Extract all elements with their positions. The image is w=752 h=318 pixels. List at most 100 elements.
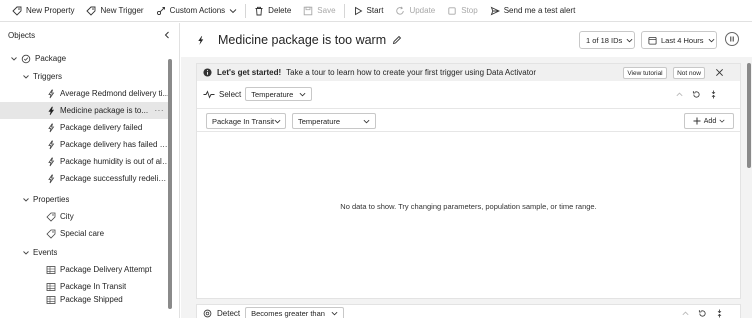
sidebar-item-event[interactable]: Package Shipped xyxy=(0,295,170,305)
info-icon xyxy=(203,68,212,77)
detect-step-row: Detect Becomes greater than xyxy=(196,304,741,318)
custom-actions-button[interactable]: Custom Actions xyxy=(150,2,244,20)
scrollbar-thumb[interactable] xyxy=(168,59,172,309)
pause-button[interactable] xyxy=(725,32,739,46)
sidebar-item-trigger[interactable]: Package delivery has failed 3 t... xyxy=(0,136,170,153)
main-content: Medicine package is too warm 1 of 18 IDs… xyxy=(181,23,752,318)
chevron-down-icon xyxy=(229,7,237,15)
refresh-icon xyxy=(395,6,405,16)
sidebar-item-trigger[interactable]: Average Redmond delivery ti... xyxy=(0,85,170,102)
view-tutorial-button[interactable]: View tutorial xyxy=(623,67,667,79)
select-step-controls xyxy=(675,90,718,99)
add-button[interactable]: Add xyxy=(684,113,734,129)
toolbar-divider xyxy=(245,3,247,18)
chevron-down-icon[interactable] xyxy=(22,73,33,81)
new-trigger-button[interactable]: New Trigger xyxy=(80,2,149,20)
sidebar-item-property[interactable]: Special care xyxy=(0,225,170,242)
sidebar-item-event[interactable]: Package In Transit xyxy=(0,278,170,295)
tree-item-package[interactable]: Package xyxy=(0,50,170,67)
undo-icon[interactable] xyxy=(698,309,707,318)
chevron-down-icon xyxy=(299,91,306,98)
select-step-row: Select Temperature xyxy=(197,84,740,104)
trigger-icon xyxy=(46,89,60,99)
select-property-dropdown[interactable]: Temperature xyxy=(245,87,313,101)
table-icon xyxy=(46,282,60,292)
select-step-label: Select xyxy=(219,89,242,99)
custom-action-icon xyxy=(156,6,166,16)
time-range-dropdown[interactable]: Last 4 Hours xyxy=(641,31,717,49)
sidebar-item-trigger[interactable]: Package humidity is out of all... xyxy=(0,153,170,170)
id-selector-dropdown[interactable]: 1 of 18 IDs xyxy=(579,31,635,49)
sidebar-item-property[interactable]: City xyxy=(0,208,170,225)
start-button[interactable]: Start xyxy=(347,2,390,20)
trigger-icon xyxy=(46,174,60,184)
plus-icon xyxy=(693,117,701,125)
tree-group-events[interactable]: Events xyxy=(0,244,170,261)
new-property-button[interactable]: New Property xyxy=(6,2,80,20)
more-options-icon[interactable]: ··· xyxy=(155,106,165,115)
stop-button[interactable]: Stop xyxy=(441,2,483,20)
chevron-down-icon xyxy=(274,118,281,125)
collapse-icon[interactable] xyxy=(715,309,724,318)
close-icon[interactable] xyxy=(715,68,724,77)
chevron-down-icon[interactable] xyxy=(22,196,33,204)
sidebar-item-trigger[interactable]: Package successfully redeliver... xyxy=(0,170,170,187)
chevron-up-icon[interactable] xyxy=(675,90,684,99)
update-button[interactable]: Update xyxy=(389,2,441,20)
tag-icon xyxy=(46,212,60,222)
trigger-icon xyxy=(46,106,60,116)
pulse-icon xyxy=(203,89,215,99)
save-button[interactable]: Save xyxy=(297,2,341,20)
collapse-sidebar-icon[interactable] xyxy=(163,31,171,39)
trigger-icon xyxy=(46,140,60,150)
sidebar-item-event[interactable]: Package Delivery Attempt xyxy=(0,261,170,278)
calendar-icon xyxy=(648,36,657,45)
table-icon xyxy=(46,295,60,305)
filter-row: Package In Transit Temperature Add xyxy=(197,108,740,132)
property-filter-dropdown[interactable]: Temperature xyxy=(292,113,376,129)
chevron-down-icon xyxy=(626,37,633,44)
empty-state-message: No data to show. Try changing parameters… xyxy=(340,202,597,211)
undo-icon[interactable] xyxy=(692,90,701,99)
play-icon xyxy=(353,6,363,16)
chevron-down-icon xyxy=(331,310,338,317)
chevron-down-icon xyxy=(363,118,370,125)
event-filter-dropdown[interactable]: Package In Transit xyxy=(206,113,286,129)
tree-group-properties[interactable]: Properties xyxy=(0,191,170,208)
trigger-icon xyxy=(195,35,206,46)
trigger-icon xyxy=(46,123,60,133)
sidebar-item-trigger-selected[interactable]: Medicine package is to... ··· xyxy=(0,102,170,119)
collapse-icon[interactable] xyxy=(709,90,718,99)
tree-group-triggers[interactable]: Triggers xyxy=(0,68,170,85)
send-test-alert-button[interactable]: Send me a test alert xyxy=(484,2,582,20)
main-scrollbar-thumb[interactable] xyxy=(747,63,751,168)
chevron-down-icon[interactable] xyxy=(22,249,33,257)
toolbar: New Property New Trigger Custom Actions … xyxy=(0,0,752,22)
sidebar-scrollbar[interactable] xyxy=(168,59,172,309)
chevron-down-icon xyxy=(708,37,715,44)
tour-banner: Let's get started! Take a tour to learn … xyxy=(197,64,740,81)
detect-step-label: Detect xyxy=(217,308,241,318)
toolbar-divider xyxy=(343,3,345,18)
chevron-down-icon[interactable] xyxy=(10,55,21,63)
not-now-button[interactable]: Not now xyxy=(673,67,705,79)
stop-icon xyxy=(447,6,457,16)
send-icon xyxy=(490,6,500,16)
trash-icon xyxy=(254,6,264,16)
trigger-definition-panel: Let's get started! Take a tour to learn … xyxy=(196,63,741,299)
sidebar-item-trigger[interactable]: Package delivery failed xyxy=(0,119,170,136)
trigger-header: Medicine package is too warm 1 of 18 IDs… xyxy=(181,23,752,57)
object-icon xyxy=(21,54,35,64)
delete-button[interactable]: Delete xyxy=(248,2,297,20)
tag-icon xyxy=(86,6,96,16)
edit-pencil-icon[interactable] xyxy=(392,35,402,45)
objects-sidebar: Objects Package Triggers Average Redmond… xyxy=(0,23,180,318)
detect-condition-dropdown[interactable]: Becomes greater than xyxy=(245,306,344,318)
chevron-up-icon[interactable] xyxy=(681,309,690,318)
trigger-icon xyxy=(46,157,60,167)
banner-text: Take a tour to learn how to create your … xyxy=(286,68,537,77)
detect-icon xyxy=(203,309,212,318)
save-icon xyxy=(303,6,313,16)
table-icon xyxy=(46,265,60,275)
banner-lead: Let's get started! xyxy=(217,68,282,77)
